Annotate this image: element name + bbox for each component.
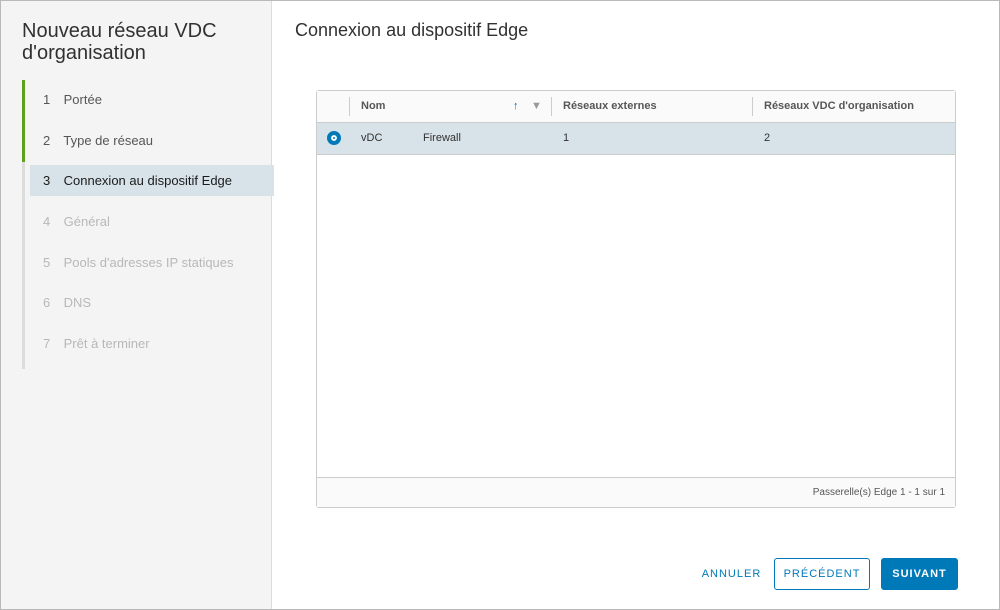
cell-name-prefix: vDC xyxy=(361,132,383,144)
grid-footer: Passerelle(s) Edge 1 - 1 sur 1 xyxy=(317,477,955,507)
step-label: Général xyxy=(63,214,110,230)
column-divider[interactable] xyxy=(752,97,753,116)
table-row[interactable]: vDC Firewall 1 2 xyxy=(317,123,955,155)
step-number: 7 xyxy=(43,336,51,352)
wizard-title: Nouveau réseau VDC d'organisation xyxy=(22,20,217,64)
step-number: 3 xyxy=(43,173,51,189)
step-ready-to-complete: 7 Prêt à terminer xyxy=(25,328,274,359)
pagination-summary: Passerelle(s) Edge 1 - 1 sur 1 xyxy=(812,487,945,498)
wizard-steps: 1 Portée 2 Type de réseau 3 Connexion au… xyxy=(22,80,274,369)
step-number: 4 xyxy=(43,214,51,230)
step-label: Connexion au dispositif Edge xyxy=(63,173,233,189)
step-number: 1 xyxy=(43,92,51,107)
step-label: Portée xyxy=(63,92,102,107)
grid-header: Nom ↑ ▼ Réseaux externes Réseaux VDC d'o… xyxy=(317,91,955,123)
step-dns: 6 DNS xyxy=(25,287,274,318)
column-divider[interactable] xyxy=(551,97,552,116)
step-edge-connection[interactable]: 3 Connexion au dispositif Edge xyxy=(30,165,274,197)
step-general: 4 Général xyxy=(25,206,274,237)
column-header-name[interactable]: Nom xyxy=(361,91,385,122)
next-button[interactable]: SUIVANT xyxy=(881,558,958,590)
page-title: Connexion au dispositif Edge xyxy=(295,20,529,40)
step-label: DNS xyxy=(63,295,92,311)
step-number: 6 xyxy=(43,295,51,311)
step-static-ip-pools: 5 Pools d'adresses IP statiques xyxy=(25,247,274,278)
column-divider xyxy=(349,97,350,116)
cell-org-vdc-networks: 2 xyxy=(764,132,771,144)
step-label: Type de réseau xyxy=(63,132,154,148)
cancel-button[interactable]: ANNULER xyxy=(695,558,768,590)
step-label: Prêt à terminer xyxy=(63,336,150,352)
edge-gateway-grid: Nom ↑ ▼ Réseaux externes Réseaux VDC d'o… xyxy=(316,90,956,508)
step-number: 2 xyxy=(43,132,51,148)
wizard-sidebar: Nouveau réseau VDC d'organisation 1 Port… xyxy=(1,1,274,609)
step-number: 5 xyxy=(43,254,51,270)
wizard-dialog: Nouveau réseau VDC d'organisation 1 Port… xyxy=(0,0,1000,610)
cell-external-networks: 1 xyxy=(563,132,570,144)
step-network-type[interactable]: 2 Type de réseau xyxy=(22,120,274,162)
column-header-org-vdc-networks[interactable]: Réseaux VDC d'organisation xyxy=(764,91,914,122)
sort-ascending-icon[interactable]: ↑ xyxy=(513,91,519,122)
filter-icon[interactable]: ▼ xyxy=(531,91,542,122)
previous-button[interactable]: PRÉCÉDENT xyxy=(774,558,870,590)
cell-name: Firewall xyxy=(423,132,461,144)
row-select-radio[interactable] xyxy=(327,131,341,145)
step-scope[interactable]: 1 Portée xyxy=(22,80,274,121)
column-header-external-networks[interactable]: Réseaux externes xyxy=(563,91,657,122)
step-label: Pools d'adresses IP statiques xyxy=(63,254,234,270)
